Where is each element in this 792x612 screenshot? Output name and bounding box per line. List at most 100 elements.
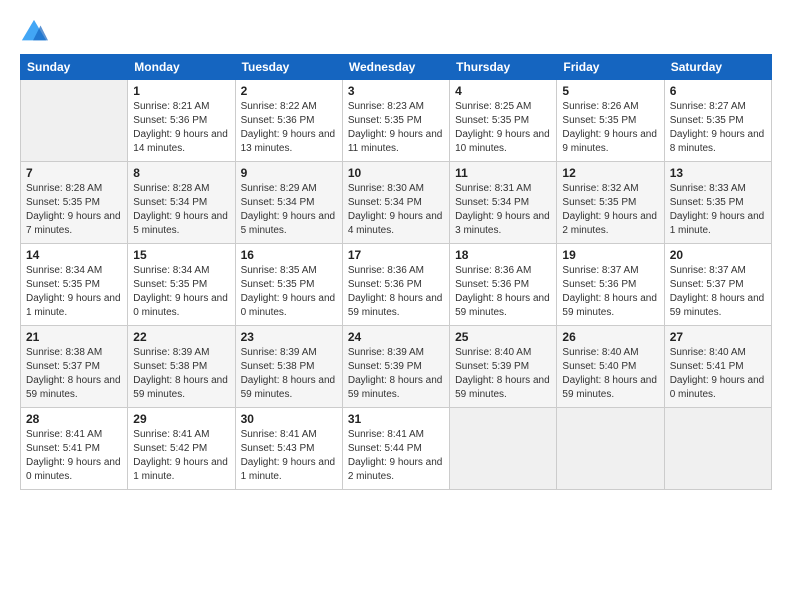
day-info: Sunrise: 8:41 AMSunset: 5:44 PMDaylight:… bbox=[348, 428, 444, 484]
calendar-cell: 11 Sunrise: 8:31 AMSunset: 5:34 PMDayligh… bbox=[450, 162, 557, 244]
calendar-cell: 19 Sunrise: 8:37 AMSunset: 5:36 PMDayligh… bbox=[557, 244, 664, 326]
calendar-cell: 18 Sunrise: 8:36 AMSunset: 5:36 PMDayligh… bbox=[450, 244, 557, 326]
day-info: Sunrise: 8:32 AMSunset: 5:35 PMDaylight:… bbox=[562, 182, 658, 238]
day-info: Sunrise: 8:38 AMSunset: 5:37 PMDaylight:… bbox=[26, 346, 122, 402]
day-number: 4 bbox=[455, 84, 551, 98]
calendar-cell: 25Sunrise: 8:40 AMSunset: 5:39 PMDayligh… bbox=[450, 326, 557, 408]
day-info: Sunrise: 8:28 AMSunset: 5:35 PMDaylight:… bbox=[26, 182, 122, 238]
day-info: Sunrise: 8:27 AMSunset: 5:35 PMDaylight:… bbox=[670, 100, 766, 156]
day-number: 26 bbox=[562, 330, 658, 344]
calendar-cell: 3 Sunrise: 8:23 AMSunset: 5:35 PMDaylight… bbox=[342, 80, 449, 162]
day-info: Sunrise: 8:23 AMSunset: 5:35 PMDaylight:… bbox=[348, 100, 444, 156]
day-number: 7 bbox=[26, 166, 122, 180]
day-info: Sunrise: 8:36 AMSunset: 5:36 PMDaylight:… bbox=[455, 264, 551, 320]
day-info: Sunrise: 8:39 AMSunset: 5:38 PMDaylight:… bbox=[241, 346, 337, 402]
calendar-cell: 10 Sunrise: 8:30 AMSunset: 5:34 PMDayligh… bbox=[342, 162, 449, 244]
day-number: 23 bbox=[241, 330, 337, 344]
day-info: Sunrise: 8:41 AMSunset: 5:43 PMDaylight:… bbox=[241, 428, 337, 484]
day-number: 1 bbox=[133, 84, 229, 98]
day-number: 2 bbox=[241, 84, 337, 98]
calendar-cell bbox=[557, 408, 664, 490]
calendar-cell bbox=[21, 80, 128, 162]
day-info: Sunrise: 8:34 AMSunset: 5:35 PMDaylight:… bbox=[26, 264, 122, 320]
calendar-cell: 24 Sunrise: 8:39 AMSunset: 5:39 PMDayligh… bbox=[342, 326, 449, 408]
day-number: 8 bbox=[133, 166, 229, 180]
day-info: Sunrise: 8:31 AMSunset: 5:34 PMDaylight:… bbox=[455, 182, 551, 238]
day-info: Sunrise: 8:39 AMSunset: 5:38 PMDaylight:… bbox=[133, 346, 229, 402]
day-number: 19 bbox=[562, 248, 658, 262]
calendar-cell: 5 Sunrise: 8:26 AMSunset: 5:35 PMDaylight… bbox=[557, 80, 664, 162]
day-info: Sunrise: 8:37 AMSunset: 5:36 PMDaylight:… bbox=[562, 264, 658, 320]
calendar-cell: 20Sunrise: 8:37 AMSunset: 5:37 PMDayligh… bbox=[664, 244, 771, 326]
day-info: Sunrise: 8:34 AMSunset: 5:35 PMDaylight:… bbox=[133, 264, 229, 320]
day-number: 13 bbox=[670, 166, 766, 180]
day-number: 24 bbox=[348, 330, 444, 344]
day-info: Sunrise: 8:25 AMSunset: 5:35 PMDaylight:… bbox=[455, 100, 551, 156]
day-number: 21 bbox=[26, 330, 122, 344]
day-info: Sunrise: 8:30 AMSunset: 5:34 PMDaylight:… bbox=[348, 182, 444, 238]
calendar-cell: 16 Sunrise: 8:35 AMSunset: 5:35 PMDayligh… bbox=[235, 244, 342, 326]
calendar-cell: 30 Sunrise: 8:41 AMSunset: 5:43 PMDayligh… bbox=[235, 408, 342, 490]
day-info: Sunrise: 8:40 AMSunset: 5:40 PMDaylight:… bbox=[562, 346, 658, 402]
calendar-cell: 14Sunrise: 8:34 AMSunset: 5:35 PMDayligh… bbox=[21, 244, 128, 326]
day-info: Sunrise: 8:21 AMSunset: 5:36 PMDaylight:… bbox=[133, 100, 229, 156]
week-row-3: 21 Sunrise: 8:38 AMSunset: 5:37 PMDayligh… bbox=[21, 326, 772, 408]
weekday-header-row: SundayMondayTuesdayWednesdayThursdayFrid… bbox=[21, 55, 772, 80]
calendar-cell: 31 Sunrise: 8:41 AMSunset: 5:44 PMDayligh… bbox=[342, 408, 449, 490]
logo bbox=[20, 18, 52, 46]
day-info: Sunrise: 8:35 AMSunset: 5:35 PMDaylight:… bbox=[241, 264, 337, 320]
calendar-cell: 7 Sunrise: 8:28 AMSunset: 5:35 PMDaylight… bbox=[21, 162, 128, 244]
calendar-cell: 28 Sunrise: 8:41 AMSunset: 5:41 PMDayligh… bbox=[21, 408, 128, 490]
calendar-cell: 13 Sunrise: 8:33 AMSunset: 5:35 PMDayligh… bbox=[664, 162, 771, 244]
week-row-0: 1 Sunrise: 8:21 AMSunset: 5:36 PMDaylight… bbox=[21, 80, 772, 162]
day-number: 22 bbox=[133, 330, 229, 344]
weekday-sunday: Sunday bbox=[21, 55, 128, 80]
day-number: 10 bbox=[348, 166, 444, 180]
day-number: 5 bbox=[562, 84, 658, 98]
day-info: Sunrise: 8:29 AMSunset: 5:34 PMDaylight:… bbox=[241, 182, 337, 238]
day-info: Sunrise: 8:41 AMSunset: 5:41 PMDaylight:… bbox=[26, 428, 122, 484]
logo-icon bbox=[20, 18, 48, 46]
calendar-cell: 17 Sunrise: 8:36 AMSunset: 5:36 PMDayligh… bbox=[342, 244, 449, 326]
calendar-cell: 4 Sunrise: 8:25 AMSunset: 5:35 PMDaylight… bbox=[450, 80, 557, 162]
weekday-friday: Friday bbox=[557, 55, 664, 80]
day-number: 12 bbox=[562, 166, 658, 180]
day-info: Sunrise: 8:41 AMSunset: 5:42 PMDaylight:… bbox=[133, 428, 229, 484]
calendar-cell: 1 Sunrise: 8:21 AMSunset: 5:36 PMDaylight… bbox=[128, 80, 235, 162]
day-info: Sunrise: 8:33 AMSunset: 5:35 PMDaylight:… bbox=[670, 182, 766, 238]
day-number: 17 bbox=[348, 248, 444, 262]
calendar-cell: 21 Sunrise: 8:38 AMSunset: 5:37 PMDayligh… bbox=[21, 326, 128, 408]
weekday-wednesday: Wednesday bbox=[342, 55, 449, 80]
day-number: 20 bbox=[670, 248, 766, 262]
calendar-cell bbox=[450, 408, 557, 490]
day-number: 28 bbox=[26, 412, 122, 426]
calendar-table: SundayMondayTuesdayWednesdayThursdayFrid… bbox=[20, 54, 772, 490]
day-info: Sunrise: 8:39 AMSunset: 5:39 PMDaylight:… bbox=[348, 346, 444, 402]
day-number: 27 bbox=[670, 330, 766, 344]
calendar-cell: 22 Sunrise: 8:39 AMSunset: 5:38 PMDayligh… bbox=[128, 326, 235, 408]
calendar-cell: 27Sunrise: 8:40 AMSunset: 5:41 PMDayligh… bbox=[664, 326, 771, 408]
calendar-cell: 26 Sunrise: 8:40 AMSunset: 5:40 PMDayligh… bbox=[557, 326, 664, 408]
calendar-cell: 2Sunrise: 8:22 AMSunset: 5:36 PMDaylight… bbox=[235, 80, 342, 162]
day-info: Sunrise: 8:28 AMSunset: 5:34 PMDaylight:… bbox=[133, 182, 229, 238]
calendar-cell: 12 Sunrise: 8:32 AMSunset: 5:35 PMDayligh… bbox=[557, 162, 664, 244]
header bbox=[20, 18, 772, 46]
day-info: Sunrise: 8:36 AMSunset: 5:36 PMDaylight:… bbox=[348, 264, 444, 320]
day-number: 18 bbox=[455, 248, 551, 262]
day-number: 11 bbox=[455, 166, 551, 180]
calendar-cell: 23 Sunrise: 8:39 AMSunset: 5:38 PMDayligh… bbox=[235, 326, 342, 408]
weekday-monday: Monday bbox=[128, 55, 235, 80]
day-number: 3 bbox=[348, 84, 444, 98]
week-row-4: 28 Sunrise: 8:41 AMSunset: 5:41 PMDayligh… bbox=[21, 408, 772, 490]
calendar-cell: 29Sunrise: 8:41 AMSunset: 5:42 PMDayligh… bbox=[128, 408, 235, 490]
calendar-cell: 15Sunrise: 8:34 AMSunset: 5:35 PMDayligh… bbox=[128, 244, 235, 326]
weekday-saturday: Saturday bbox=[664, 55, 771, 80]
day-number: 31 bbox=[348, 412, 444, 426]
calendar-cell: 9Sunrise: 8:29 AMSunset: 5:34 PMDaylight… bbox=[235, 162, 342, 244]
day-info: Sunrise: 8:26 AMSunset: 5:35 PMDaylight:… bbox=[562, 100, 658, 156]
day-number: 30 bbox=[241, 412, 337, 426]
week-row-1: 7 Sunrise: 8:28 AMSunset: 5:35 PMDaylight… bbox=[21, 162, 772, 244]
calendar-cell: 8 Sunrise: 8:28 AMSunset: 5:34 PMDaylight… bbox=[128, 162, 235, 244]
calendar-cell: 6Sunrise: 8:27 AMSunset: 5:35 PMDaylight… bbox=[664, 80, 771, 162]
day-number: 16 bbox=[241, 248, 337, 262]
